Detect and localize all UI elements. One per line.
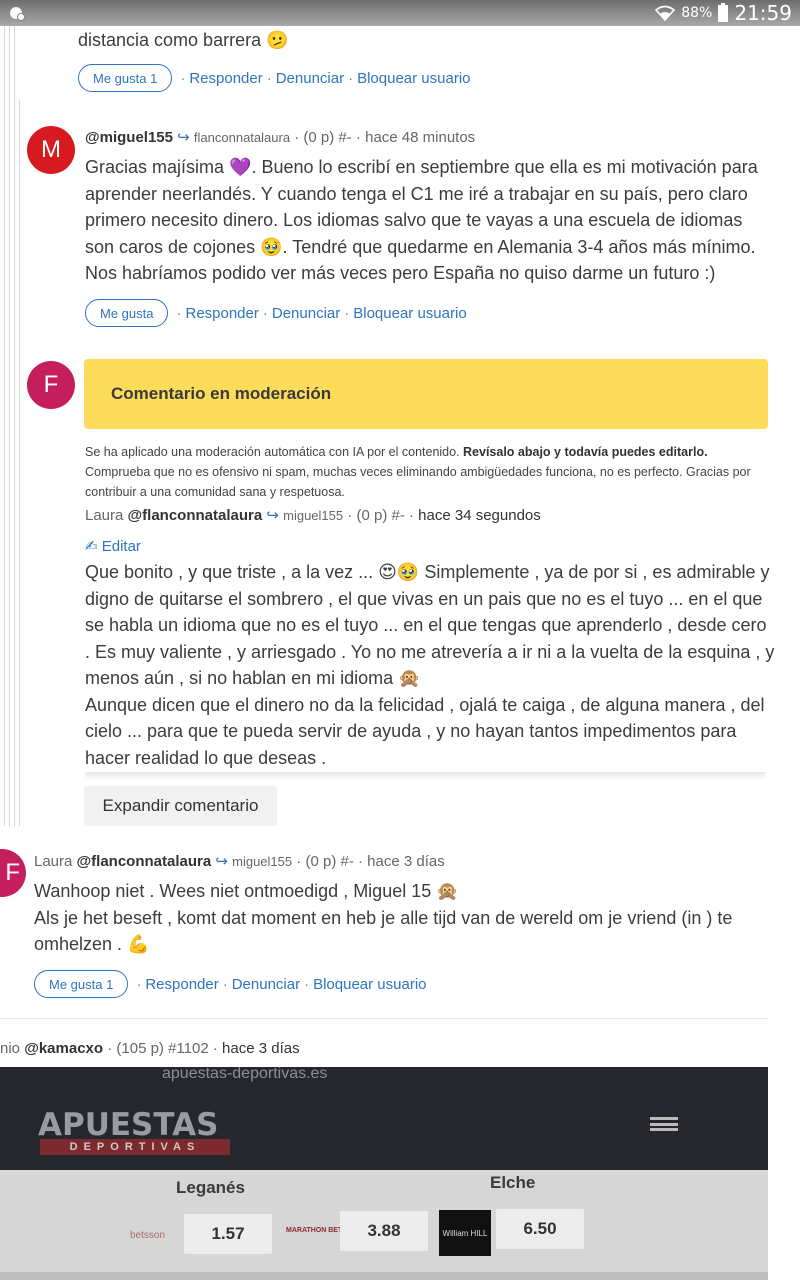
photo-brand-sub: DEPORTIVAS	[40, 1139, 230, 1155]
block-user-link[interactable]: Bloquear usuario	[357, 70, 470, 87]
odd-value: 1.57	[184, 1214, 272, 1254]
author-name: Laura	[34, 853, 73, 870]
bookmaker-label: betsson	[130, 1230, 166, 1241]
comment-text: Gracias majísima 💜. Bueno lo escribí en …	[85, 157, 758, 283]
thread-line	[4, 26, 5, 826]
timestamp[interactable]: hace 34 segundos	[418, 507, 541, 524]
team-home: Leganés	[176, 1178, 245, 1197]
comment-number: #-	[391, 507, 405, 524]
comment-meta: Laura @flanconnatalaura ↪ miguel155 · (0…	[85, 507, 541, 524]
author-link[interactable]: @kamacxo	[24, 1040, 103, 1057]
points: (0 p)	[305, 853, 337, 870]
points: (0 p)	[356, 507, 388, 524]
points: (105 p)	[116, 1040, 164, 1057]
comment-number: #-	[340, 853, 354, 870]
comment-actions: Me gusta 1 · Responder · Denunciar · Bloque…	[78, 64, 471, 92]
comment-meta: nio @kamacxo · (105 p) #1102 · hace 3 dí…	[0, 1040, 300, 1057]
reply-link[interactable]: Responder	[145, 976, 218, 993]
comment-number: #-	[338, 129, 352, 146]
expand-comment-button[interactable]: Expandir comentario	[84, 786, 277, 826]
reply-link[interactable]: Responder	[189, 70, 262, 87]
odd-value: 3.88	[340, 1211, 428, 1251]
report-link[interactable]: Denunciar	[232, 976, 300, 993]
reply-link[interactable]: Responder	[185, 305, 258, 322]
avatar[interactable]: F	[27, 361, 75, 409]
timestamp[interactable]: hace 48 minutos	[365, 129, 475, 146]
author-link[interactable]: @flanconnatalaura	[128, 507, 263, 524]
like-button[interactable]: Me gusta 1	[34, 970, 129, 998]
block-user-link[interactable]: Bloquear usuario	[313, 976, 426, 993]
report-link[interactable]: Denunciar	[276, 70, 344, 87]
comment-meta: @miguel155 ↪ flanconnatalaura · (0 p) #-…	[85, 129, 476, 146]
points: (0 p)	[303, 129, 335, 146]
hamburger-menu-icon	[650, 1117, 678, 1131]
edit-link[interactable]: ✍ Editar	[85, 537, 141, 555]
like-button[interactable]: Me gusta 1	[78, 64, 173, 92]
block-user-link[interactable]: Bloquear usuario	[353, 305, 466, 322]
battery-icon	[718, 2, 729, 22]
author-name: Laura	[85, 507, 124, 524]
clock: 21:59	[734, 1, 792, 25]
comment-text: Wanhoop niet . Wees niet ontmoedigd , Mi…	[34, 881, 733, 954]
avatar[interactable]: F	[0, 849, 26, 897]
reply-arrow-icon: ↪	[215, 853, 228, 870]
thread-line	[14, 26, 15, 826]
status-bar: 88% 21:59	[0, 0, 800, 26]
report-link[interactable]: Denunciar	[272, 305, 340, 322]
odd-value: 6.50	[496, 1209, 584, 1249]
author-name: nio	[0, 1040, 21, 1057]
thread-line	[9, 26, 10, 826]
divider	[0, 1018, 768, 1019]
author-link[interactable]: @miguel155	[85, 129, 173, 146]
photo-brand: APUESTAS	[38, 1107, 219, 1143]
bookmaker-label: MARATHON BET	[286, 1227, 343, 1234]
timestamp[interactable]: hace 3 días	[367, 853, 445, 870]
photo-url-text: apuestas-deportivas.es	[162, 1067, 328, 1082]
comment-meta: Laura @flanconnatalaura ↪ miguel155 · (0…	[34, 853, 445, 870]
bookmaker-logo: William HILL	[439, 1210, 491, 1256]
avatar[interactable]: M	[27, 126, 75, 174]
comment-actions: Me gusta · Responder · Denunciar · Bloquear…	[85, 299, 467, 327]
photo-bottom-edge	[0, 1272, 768, 1280]
reply-to-user[interactable]: miguel155	[232, 854, 292, 869]
comment-number: #1102	[168, 1040, 209, 1057]
battery-level: 88%	[681, 5, 713, 21]
text-fade	[85, 772, 765, 780]
reply-arrow-icon: ↪	[266, 507, 279, 524]
team-away: Elche	[490, 1173, 536, 1192]
like-button[interactable]: Me gusta	[85, 299, 169, 327]
notification-icon	[10, 7, 25, 21]
wifi-icon	[655, 5, 676, 21]
comment-actions: Me gusta 1 · Responder · Denunciar · Bloque…	[34, 970, 427, 998]
timestamp[interactable]: hace 3 días	[222, 1040, 300, 1057]
reply-to-user[interactable]: miguel155	[283, 508, 343, 523]
comment-text: distancia como barrera 🫤	[78, 30, 289, 50]
moderation-note: Se ha aplicado una moderación automática…	[85, 445, 751, 499]
thread-line	[19, 100, 20, 826]
author-link[interactable]: @flanconnatalaura	[77, 853, 212, 870]
moderation-banner: Comentario en moderación	[84, 359, 768, 429]
comment-image[interactable]: apuestas-deportivas.es APUESTAS DEPORTIV…	[0, 1067, 768, 1280]
reply-to-user[interactable]: flanconnatalaura	[194, 130, 290, 145]
reply-arrow-icon: ↪	[177, 129, 190, 146]
comment-text: Que bonito , y que triste , a la vez ...…	[85, 562, 775, 768]
